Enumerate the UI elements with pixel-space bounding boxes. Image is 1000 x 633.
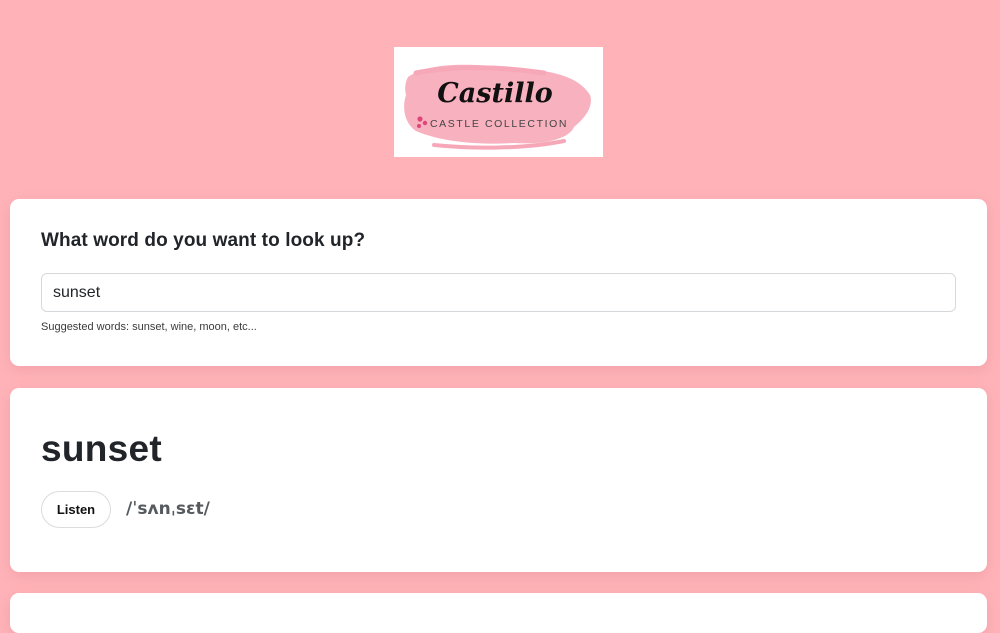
word-title: sunset [41, 428, 163, 469]
definition-card [10, 593, 987, 633]
result-card: sunset Listen /ˈsʌnˌsɛt/ [10, 388, 987, 572]
search-input[interactable] [41, 273, 956, 312]
logo-tagline-text: CASTLE COLLECTION [430, 118, 568, 130]
search-card: What word do you want to look up? Sugges… [10, 199, 987, 366]
brand-logo: Castillo CASTLE COLLECTION [394, 47, 603, 157]
search-heading: What word do you want to look up? [41, 230, 366, 251]
listen-button[interactable]: Listen [41, 491, 111, 528]
suggested-words-hint: Suggested words: sunset, wine, moon, etc… [41, 321, 257, 333]
phonetic-text: /ˈsʌnˌsɛt/ [126, 499, 210, 519]
logo-brand-text: Castillo [437, 78, 552, 109]
